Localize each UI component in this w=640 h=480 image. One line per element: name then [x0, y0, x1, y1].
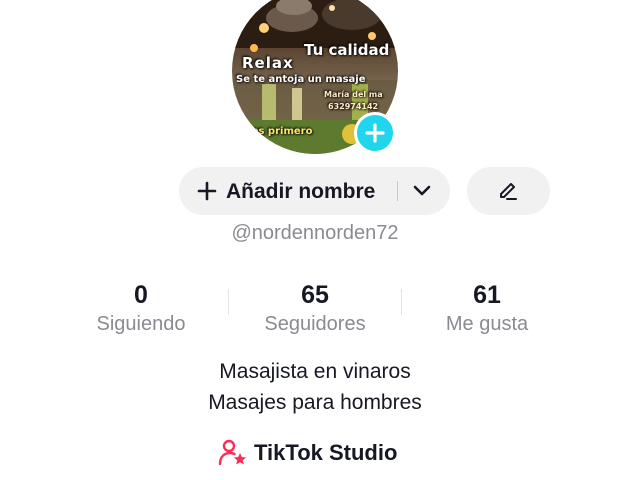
stat-likes-count: 61 — [473, 281, 501, 309]
tiktok-studio-link[interactable]: TikTok Studio — [218, 438, 418, 468]
stat-likes-label: Me gusta — [445, 313, 529, 335]
stat-followers-count: 65 — [301, 281, 329, 309]
add-name-label: Añadir nombre — [226, 180, 376, 203]
add-avatar-button[interactable] — [354, 112, 396, 154]
plus-icon — [365, 123, 385, 143]
stat-following-count: 0 — [134, 281, 148, 309]
plus-icon — [197, 181, 217, 201]
avatar-overlay-text: Se te antoja un masaje — [236, 74, 366, 85]
avatar-overlay-text: Relax — [242, 54, 294, 72]
pill-divider — [397, 181, 398, 201]
bio-line: Masajista en vinaros — [219, 360, 411, 383]
stat-followers[interactable]: 65 Seguidores — [225, 280, 405, 338]
account-switch-dropdown[interactable] — [405, 175, 439, 207]
person-star-icon — [218, 439, 246, 466]
stat-likes[interactable]: 61 Me gusta — [397, 280, 577, 338]
stat-followers-label: Seguidores — [264, 313, 366, 335]
avatar-overlay-text: Tu calidad — [304, 41, 390, 59]
profile-page: Tu calidad Relax Se te antoja un masaje … — [0, 0, 640, 480]
pencil-icon — [500, 183, 517, 200]
chevron-down-icon — [413, 185, 431, 196]
avatar-overlay-text: eres primero — [240, 126, 313, 137]
profile-bio: Masajista en vinaros Masajes para hombre… — [0, 356, 630, 418]
avatar-overlay-text: 632974142 — [328, 102, 379, 111]
avatar-overlay-text: María del ma — [324, 90, 383, 99]
username: @nordennorden72 — [231, 222, 399, 244]
edit-profile-button[interactable] — [467, 167, 550, 215]
tiktok-studio-label: TikTok Studio — [254, 440, 398, 465]
add-name-button[interactable]: Añadir nombre — [179, 167, 450, 215]
stat-following-label: Siguiendo — [96, 313, 186, 335]
bio-line: Masajes para hombres — [208, 391, 422, 414]
stat-following[interactable]: 0 Siguiendo — [51, 280, 231, 338]
